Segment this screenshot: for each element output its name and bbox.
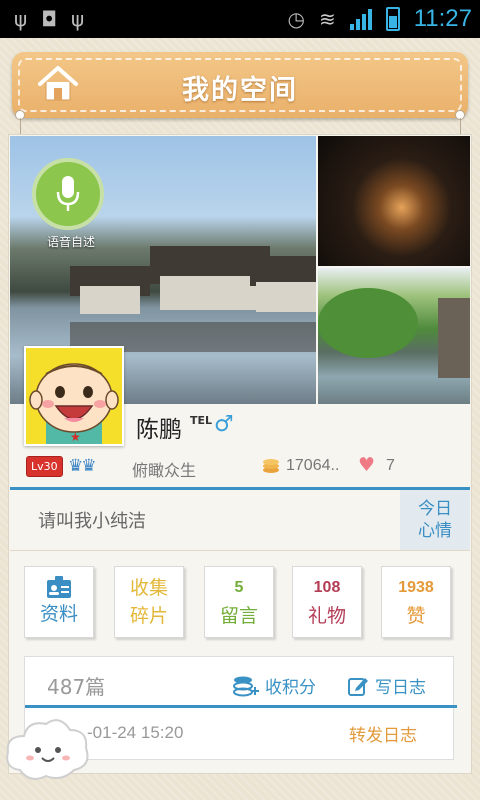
cover-photo-bottom[interactable] [318,268,470,404]
message-count: 5 [234,579,244,596]
collect-points-label: 收积分 [265,678,316,698]
like-total: 1938 [398,579,434,596]
android-icon: ◘ [41,7,58,31]
wifi-icon: ≋ [318,7,336,31]
microphone-icon [56,176,80,211]
voice-intro-button[interactable] [32,158,104,230]
collect-fragments-button[interactable]: 收集 碎片 [114,566,184,638]
cover-photo-top[interactable] [318,136,470,266]
crown-icon: ♛♛ [68,456,97,476]
write-journal-label: 写日志 [375,678,426,698]
today-mood-button[interactable]: 今日 心情 [400,490,470,550]
tile-label: 礼物 [307,605,346,627]
likes-button[interactable]: 1938 赞 [381,566,451,638]
gifts-button[interactable]: 108 礼物 [292,566,362,638]
divider [10,550,470,551]
like-count: 7 [386,457,395,474]
usb-icon: ψ [14,7,28,31]
tile-label: 留言 [219,605,258,627]
clock: 11:27 [413,5,472,32]
mood-text: 请叫我小纯洁 [38,511,146,532]
signal-icon [349,8,372,30]
user-title: 俯瞰众生 [132,461,197,480]
alarm-icon: ◷ [287,7,305,31]
tile-label: 赞 [406,605,426,627]
cloud-face-icon [6,719,89,780]
journal-count: 487篇 [47,675,106,699]
today-mood-label-1: 今日 [418,499,452,519]
collect-points-button[interactable]: 收积分 [233,673,316,698]
id-card-icon [47,576,71,598]
svg-text:★: ★ [70,430,81,444]
level-badge: Lv30 [26,456,63,477]
usb-icon: ψ [71,7,85,31]
today-mood-label-2: 心情 [418,521,452,541]
journal-date: -01-24 15:20 [87,723,184,742]
gift-count: 108 [313,579,341,596]
battery-icon [385,7,400,31]
messages-button[interactable]: 5 留言 [204,566,274,638]
coin-stack-icon [263,459,279,473]
username: 陈鹏 [136,417,182,443]
forward-journal-button[interactable]: 转发日志 [349,721,417,746]
write-journal-button[interactable]: 写日志 [347,673,426,698]
coin-count: 17064.. [286,457,340,474]
edit-icon [348,677,368,696]
header-bar: 我的空间 [12,52,468,118]
page-title: 我的空间 [182,75,298,106]
status-bar: ψ ◘ ψ ◷ ≋ 11:27 [0,0,480,38]
coins-plus-icon [233,676,259,696]
avatar[interactable]: ★ [24,346,124,446]
cartoon-face-icon: ★ [26,348,122,444]
tile-label: 收集 [129,577,168,599]
floating-cloud-button[interactable] [2,708,92,792]
male-icon: ♂ [214,412,234,437]
tel-badge: TEL [190,414,213,427]
voice-intro-label: 语音自述 [46,235,95,249]
tile-label: 碎片 [129,605,168,627]
feature-tiles: 资料 收集 碎片 5 留言 108 礼物 1938 赞 [24,566,454,638]
tile-label: 资料 [39,603,78,625]
heart-icon[interactable]: ♥ [358,454,375,476]
profile-info-button[interactable]: 资料 [24,566,94,638]
